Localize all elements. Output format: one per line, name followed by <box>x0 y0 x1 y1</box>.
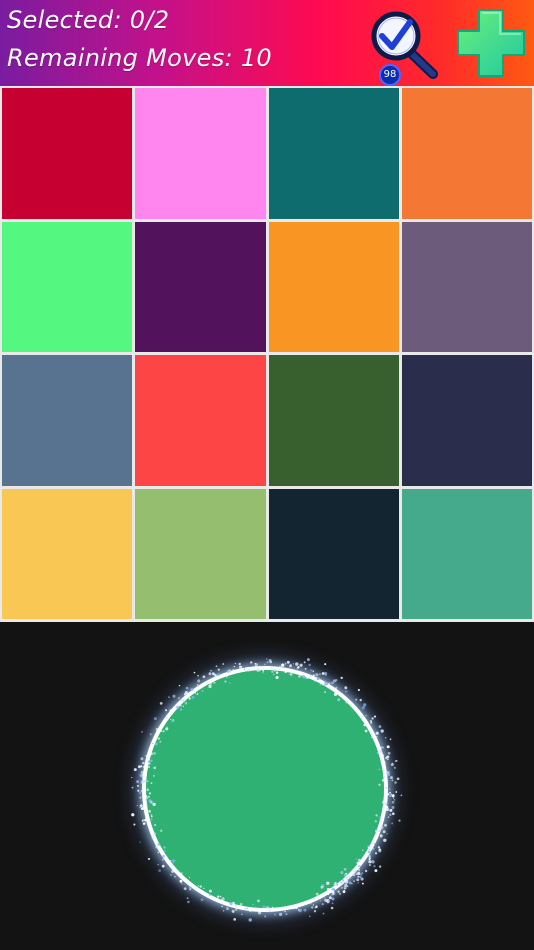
color-tile[interactable] <box>401 488 532 619</box>
color-tile[interactable] <box>2 355 133 486</box>
color-tile[interactable] <box>268 88 399 219</box>
target-color-display <box>124 652 410 922</box>
color-tile[interactable] <box>135 355 266 486</box>
color-tile[interactable] <box>268 355 399 486</box>
color-tile[interactable] <box>2 88 133 219</box>
color-tile[interactable] <box>401 355 532 486</box>
add-moves-button[interactable] <box>455 7 527 79</box>
color-tile[interactable] <box>401 88 532 219</box>
color-tile[interactable] <box>2 488 133 619</box>
color-tile[interactable] <box>135 221 266 352</box>
plus-icon <box>457 9 525 77</box>
color-tile[interactable] <box>2 221 133 352</box>
remaining-moves-counter: Remaining Moves: 10 <box>7 44 272 72</box>
target-color-circle <box>146 670 384 908</box>
color-tile[interactable] <box>135 488 266 619</box>
color-tile[interactable] <box>401 221 532 352</box>
target-area <box>0 622 534 950</box>
selected-counter: Selected: 0/2 <box>7 6 170 34</box>
color-tile[interactable] <box>268 488 399 619</box>
color-tile[interactable] <box>268 221 399 352</box>
color-tile-grid <box>0 86 534 622</box>
header-bar: Selected: 0/2 Remaining Moves: 10 98 <box>0 0 534 86</box>
hint-button[interactable]: 98 <box>370 6 442 86</box>
color-tile[interactable] <box>135 88 266 219</box>
hint-count-badge: 98 <box>379 64 401 86</box>
